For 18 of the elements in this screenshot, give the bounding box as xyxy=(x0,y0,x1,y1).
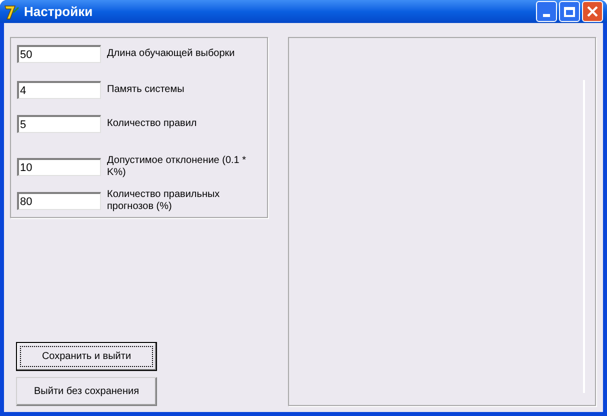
field-label: Количество правильных прогнозов (%) xyxy=(107,189,221,213)
minimize-button[interactable] xyxy=(536,1,557,22)
maximize-button[interactable] xyxy=(559,1,580,22)
number-field[interactable]: 80 xyxy=(17,192,101,210)
number-field[interactable]: 10 xyxy=(17,158,101,176)
app-icon xyxy=(4,4,20,20)
number-field[interactable]: 50 xyxy=(17,45,101,63)
number-field[interactable]: 4 xyxy=(17,81,101,99)
close-icon xyxy=(587,6,598,17)
dialog-button[interactable]: Сохранить и выйти xyxy=(16,342,157,371)
window-title: Настройки xyxy=(24,2,94,21)
close-button[interactable] xyxy=(582,1,603,22)
field-label: Память системы xyxy=(107,84,186,96)
field-label: Длина обучающей выборки xyxy=(107,48,236,60)
number-field[interactable]: 5 xyxy=(17,115,101,133)
field-label: Количество правил xyxy=(107,118,198,130)
field-label: Допустимое отклонение (0.1 * K%) xyxy=(107,155,248,179)
dialog-button[interactable]: Выйти без сохранения xyxy=(16,377,157,406)
